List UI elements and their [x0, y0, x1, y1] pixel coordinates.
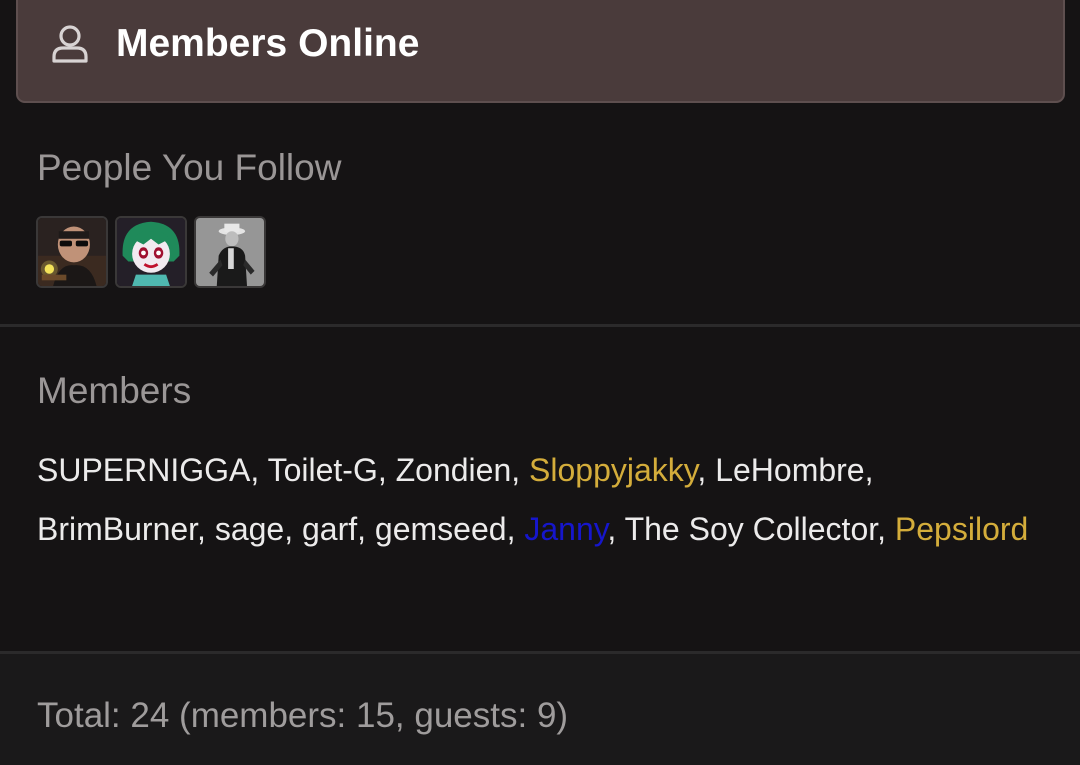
- member-link[interactable]: Toilet-G: [268, 452, 378, 488]
- avatar-green-hair-clown[interactable]: [115, 216, 187, 288]
- member-link[interactable]: garf: [302, 511, 357, 547]
- member-separator: ,: [357, 511, 375, 547]
- online-total: Total: 24 (members: 15, guests: 9): [37, 696, 569, 735]
- member-link[interactable]: Sloppyjakky: [529, 452, 697, 488]
- section-divider: [0, 324, 1080, 327]
- member-link[interactable]: SUPERNIGGA: [37, 452, 250, 488]
- member-list: SUPERNIGGA, Toilet-G, Zondien, Sloppyjak…: [37, 441, 1047, 559]
- member-link[interactable]: sage: [215, 511, 284, 547]
- people-you-follow-heading: People You Follow: [37, 147, 342, 188]
- member-separator: ,: [377, 452, 396, 488]
- member-link[interactable]: Janny: [524, 511, 607, 547]
- avatar-sunglasses-man[interactable]: [36, 216, 108, 288]
- members-heading: Members: [37, 370, 192, 411]
- avatar-black-white-hat-man[interactable]: [194, 216, 266, 288]
- member-link[interactable]: Zondien: [396, 452, 512, 488]
- member-separator: ,: [864, 452, 874, 488]
- members-online-widget: Members Online People You Follow Members…: [0, 0, 1080, 765]
- member-link[interactable]: BrimBurner: [37, 511, 197, 547]
- member-link[interactable]: LeHombre: [715, 452, 864, 488]
- member-separator: ,: [197, 511, 215, 547]
- widget-title[interactable]: Members Online: [116, 18, 419, 70]
- member-separator: ,: [284, 511, 302, 547]
- member-separator: ,: [877, 511, 895, 547]
- member-link[interactable]: gemseed: [375, 511, 507, 547]
- user-icon: [50, 24, 90, 64]
- widget-header: Members Online: [16, 0, 1065, 103]
- widget-footer: Total: 24 (members: 15, guests: 9): [0, 654, 1080, 765]
- member-link[interactable]: Pepsilord: [895, 511, 1028, 547]
- member-separator: ,: [250, 452, 268, 488]
- member-separator: ,: [511, 452, 530, 488]
- member-separator: ,: [697, 452, 716, 488]
- followed-avatars: [36, 216, 266, 288]
- member-separator: ,: [506, 511, 525, 547]
- member-separator: ,: [607, 511, 625, 547]
- member-link[interactable]: The Soy Collector: [625, 511, 878, 547]
